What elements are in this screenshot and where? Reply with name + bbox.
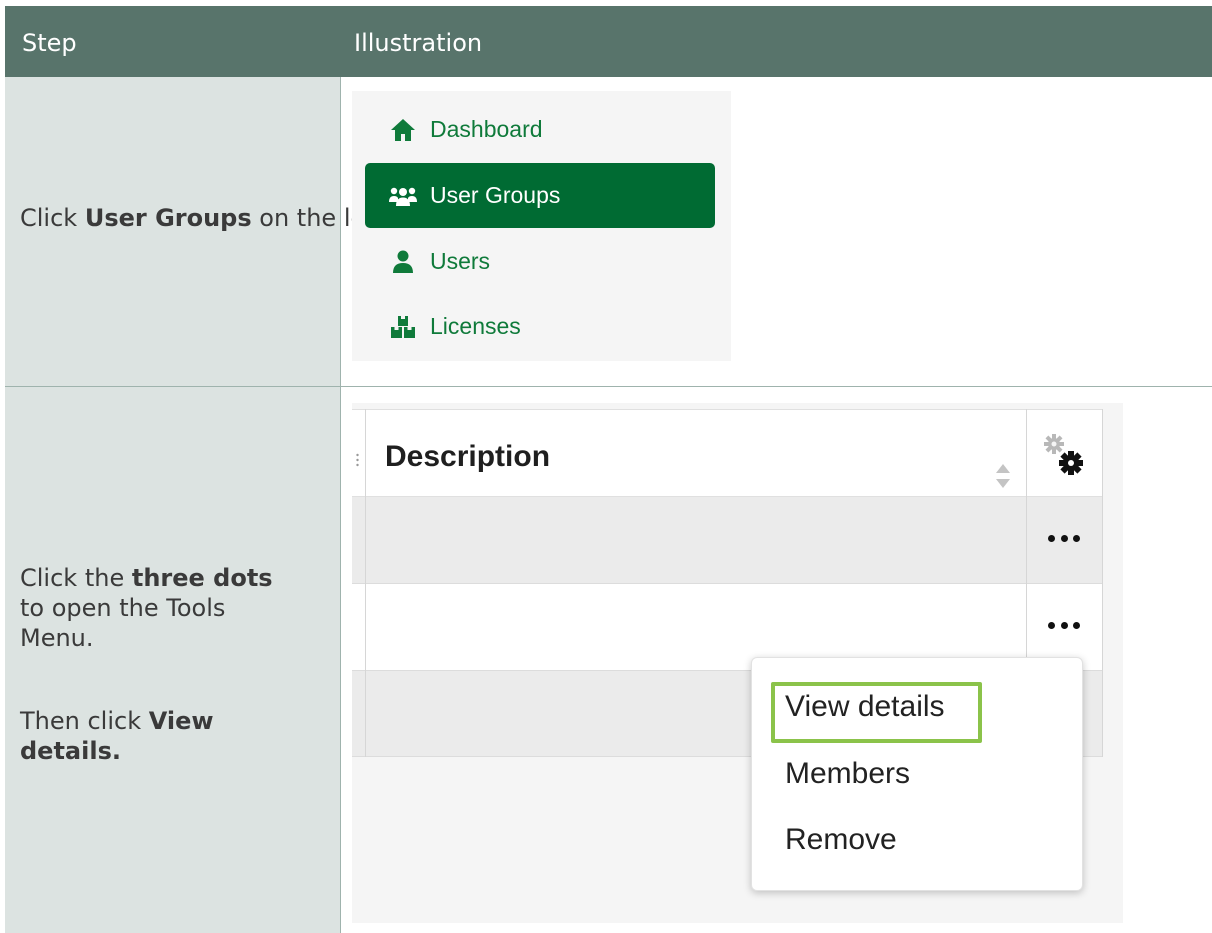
- user-groups-icon: [388, 183, 418, 209]
- illustration-column-header: Illustration: [354, 29, 483, 57]
- sidebar-item-dashboard[interactable]: Dashboard: [365, 97, 715, 162]
- sort-icon[interactable]: [995, 463, 1011, 489]
- menu-item-members[interactable]: Members: [785, 757, 910, 791]
- left-menu-screenshot: Dashboard User Groups Users Licenses: [352, 91, 731, 361]
- description-column-header[interactable]: Description: [385, 440, 550, 474]
- column-resize-icon[interactable]: [356, 452, 359, 468]
- sidebar-item-label: Licenses: [430, 313, 521, 339]
- sidebar-item-label: Dashboard: [430, 116, 543, 142]
- menu-item-view-details[interactable]: View details: [785, 690, 945, 724]
- licenses-icon: [388, 314, 418, 340]
- tools-menu: View details Members Remove: [751, 657, 1083, 891]
- table-header-row: Step Illustration: [5, 6, 1212, 77]
- step-1-bold-label: User Groups: [84, 204, 252, 232]
- step-2-instruction-then: Then click View details.: [20, 707, 214, 765]
- column-divider: [365, 409, 366, 757]
- more-options-icon[interactable]: [1048, 535, 1080, 543]
- sidebar-item-user-groups[interactable]: User Groups: [365, 163, 715, 228]
- row-divider: [5, 386, 1212, 387]
- home-icon: [388, 117, 418, 143]
- step-column-header: Step: [22, 29, 77, 57]
- table-row: [352, 497, 1103, 584]
- step-2-bold-three-dots: three dots: [131, 564, 273, 592]
- settings-gear-icon[interactable]: [1042, 432, 1092, 482]
- sidebar-item-label: User Groups: [430, 182, 561, 208]
- column-divider: [1102, 409, 1103, 757]
- step-2-instruction: Click the three dots to open the Tools M…: [20, 564, 273, 652]
- menu-item-remove[interactable]: Remove: [785, 823, 897, 857]
- tools-menu-screenshot: Description View details Members Remove: [352, 403, 1123, 923]
- sidebar-item-label: Users: [430, 248, 491, 274]
- more-options-icon[interactable]: [1048, 622, 1080, 630]
- sidebar-item-users[interactable]: Users: [365, 229, 715, 294]
- table-header: Description: [352, 409, 1103, 497]
- user-icon: [388, 249, 418, 275]
- sidebar-item-licenses[interactable]: Licenses: [365, 294, 715, 359]
